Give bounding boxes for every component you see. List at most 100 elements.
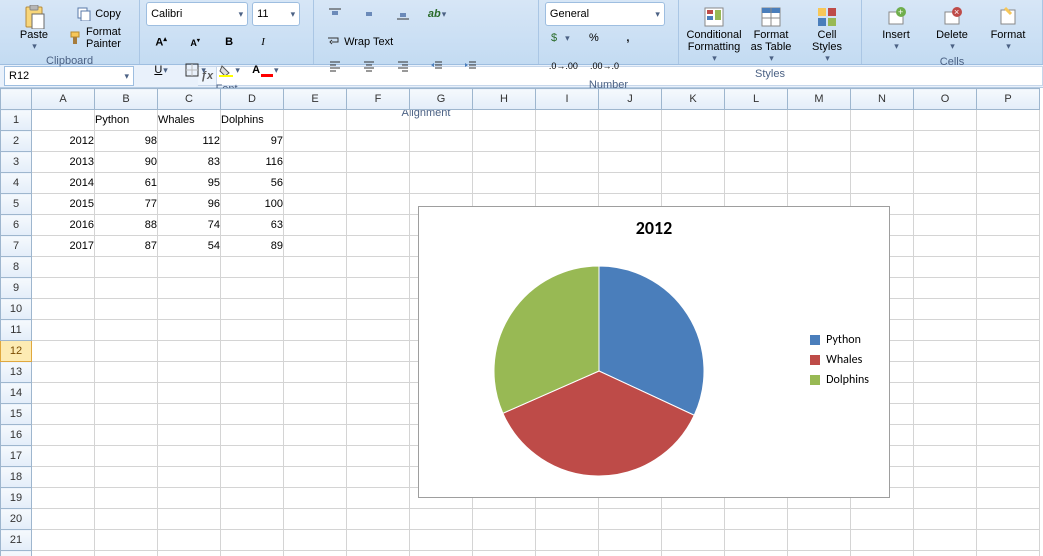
cell[interactable]: 2012 [32,131,95,152]
cell[interactable] [788,110,851,131]
cell[interactable] [410,110,473,131]
cell[interactable] [347,467,410,488]
cell[interactable] [473,131,536,152]
cell[interactable] [158,551,221,556]
comma-button[interactable]: , [613,26,643,50]
percent-button[interactable]: % [579,26,609,50]
cell[interactable] [788,509,851,530]
cell[interactable] [32,446,95,467]
cell[interactable] [851,530,914,551]
cell[interactable] [977,383,1040,404]
cell[interactable] [914,530,977,551]
cell[interactable] [284,425,347,446]
cell[interactable] [851,152,914,173]
cell[interactable] [914,215,977,236]
cell[interactable]: 96 [158,194,221,215]
cell[interactable]: Python [95,110,158,131]
cell[interactable] [410,173,473,194]
cell[interactable] [32,467,95,488]
row-header[interactable]: 18 [1,467,32,488]
cell[interactable] [221,551,284,556]
cell-styles-button[interactable]: Cell Styles▾ [799,2,855,67]
cell[interactable] [158,362,221,383]
row-header[interactable]: 9 [1,278,32,299]
cell[interactable] [914,320,977,341]
cell[interactable] [599,173,662,194]
accounting-button[interactable]: $▾ [545,26,575,50]
col-header[interactable]: P [977,89,1040,110]
cell[interactable] [221,299,284,320]
cell[interactable] [221,320,284,341]
align-left-button[interactable] [320,54,350,78]
inc-decimal-button[interactable]: .0→.00 [545,54,582,78]
italic-button[interactable]: I [248,30,278,54]
align-right-button[interactable] [388,54,418,78]
cell[interactable] [347,530,410,551]
cell[interactable] [914,299,977,320]
row-header[interactable]: 22 [1,551,32,556]
cell[interactable] [977,425,1040,446]
row-header[interactable]: 2 [1,131,32,152]
cell[interactable] [284,446,347,467]
col-header[interactable]: G [410,89,473,110]
cell[interactable] [725,509,788,530]
cell[interactable] [347,236,410,257]
cell[interactable] [599,509,662,530]
format-table-button[interactable]: Format as Table▾ [743,2,799,67]
cell[interactable] [95,299,158,320]
cell[interactable] [410,530,473,551]
align-bottom-button[interactable] [388,2,418,26]
cell[interactable] [662,530,725,551]
cell[interactable] [977,488,1040,509]
cell[interactable] [158,320,221,341]
cell[interactable]: 83 [158,152,221,173]
cell[interactable]: 97 [221,131,284,152]
cell[interactable] [977,236,1040,257]
cell[interactable] [662,110,725,131]
dec-font-button[interactable]: A▾ [180,30,210,54]
col-header[interactable]: O [914,89,977,110]
cell[interactable] [347,362,410,383]
cell[interactable] [284,257,347,278]
font-size-select[interactable]: 11▾ [252,2,300,26]
cell[interactable] [914,110,977,131]
cell[interactable] [536,530,599,551]
align-top-button[interactable] [320,2,350,26]
delete-button[interactable]: ×Delete▾ [924,2,980,55]
cell[interactable] [536,173,599,194]
cell[interactable]: 89 [221,236,284,257]
cell[interactable] [32,341,95,362]
select-all-corner[interactable] [1,89,32,110]
cell[interactable] [914,446,977,467]
paste-button[interactable]: Paste▾ [6,2,62,54]
cell[interactable] [788,530,851,551]
cell[interactable]: 87 [95,236,158,257]
cell[interactable] [410,509,473,530]
cell[interactable] [473,530,536,551]
cell[interactable]: 95 [158,173,221,194]
format-button[interactable]: Format▾ [980,2,1036,55]
cell[interactable] [347,257,410,278]
inc-indent-button[interactable] [456,54,486,78]
col-header[interactable]: N [851,89,914,110]
row-header[interactable]: 11 [1,320,32,341]
insert-button[interactable]: +Insert▾ [868,2,924,55]
cell[interactable]: 88 [95,215,158,236]
cell[interactable] [347,551,410,556]
cell[interactable] [977,341,1040,362]
cell[interactable] [32,404,95,425]
cell[interactable] [221,509,284,530]
cell[interactable] [284,320,347,341]
cell[interactable] [32,509,95,530]
cell[interactable] [347,425,410,446]
cell[interactable] [32,320,95,341]
row-header[interactable]: 19 [1,488,32,509]
cell[interactable]: 2015 [32,194,95,215]
cell[interactable] [347,320,410,341]
underline-button[interactable]: U▾ [146,58,176,82]
cell[interactable] [284,383,347,404]
cell[interactable] [284,152,347,173]
cell[interactable] [347,152,410,173]
cell[interactable]: 98 [95,131,158,152]
cell[interactable] [473,110,536,131]
